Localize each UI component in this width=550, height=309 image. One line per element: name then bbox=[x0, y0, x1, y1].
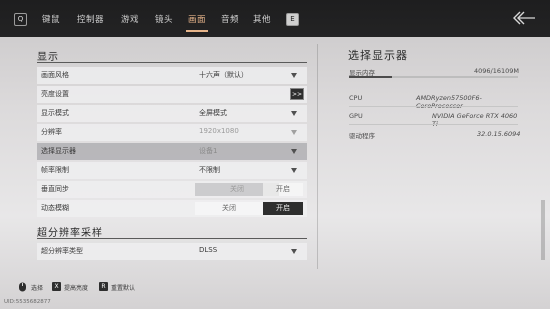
dropdown-value[interactable]: 1920x1080 bbox=[199, 127, 239, 135]
panel-divider bbox=[317, 44, 318, 269]
gpu-label: GPU bbox=[349, 112, 363, 120]
setting-label: 超分辨率类型 bbox=[41, 247, 83, 255]
q-key-hint[interactable]: Q bbox=[14, 13, 27, 26]
setting-row-select-monitor[interactable]: 选择显示器 设备1 bbox=[37, 143, 307, 160]
info-divider bbox=[349, 124, 518, 125]
top-navigation-bar: Q 键鼠 控制器 游戏 镜头 画面 音频 其他 E bbox=[0, 0, 550, 37]
dropdown-value[interactable]: 十六声（默认） bbox=[199, 70, 248, 80]
open-brightness-button[interactable]: >> bbox=[290, 88, 304, 100]
section-divider bbox=[37, 238, 307, 239]
hint-select-label: 选择 bbox=[31, 285, 44, 292]
dropdown-value[interactable]: 全屏模式 bbox=[199, 108, 227, 118]
hint-brightness-label: 提高亮度 bbox=[64, 285, 89, 292]
section-title-upscaling: 超分辨率采样 bbox=[37, 228, 103, 239]
setting-label: 分辨率 bbox=[41, 128, 62, 136]
setting-label: 亮度设置 bbox=[41, 90, 69, 98]
setting-row-resolution[interactable]: 分辨率 1920x1080 bbox=[37, 124, 307, 141]
info-divider bbox=[349, 106, 518, 107]
active-tab-indicator bbox=[186, 30, 208, 32]
gpu-value: NVIDIA GeForce RTX 4060 Ti bbox=[432, 112, 518, 128]
setting-label: 动态模糊 bbox=[41, 204, 69, 212]
cpu-label: CPU bbox=[349, 94, 363, 102]
dropdown-value[interactable]: DLSS bbox=[199, 246, 217, 254]
setting-row-motion-blur[interactable]: 动态模糊 关闭 开启 bbox=[37, 200, 307, 217]
chevron-down-icon[interactable] bbox=[291, 73, 297, 78]
setting-row-upscale-type[interactable]: 超分辨率类型 DLSS bbox=[37, 243, 307, 260]
dropdown-value[interactable]: 不限制 bbox=[199, 165, 220, 175]
setting-row-picture-style[interactable]: 画面风格 十六声（默认） bbox=[37, 67, 307, 84]
chevron-down-icon[interactable] bbox=[291, 168, 297, 173]
memory-usage-fill bbox=[349, 76, 392, 78]
tab-other[interactable]: 其他 bbox=[253, 13, 271, 25]
memory-value: 4096/16109M bbox=[474, 67, 520, 75]
setting-label: 选择显示器 bbox=[41, 147, 76, 155]
mouse-icon bbox=[19, 282, 26, 292]
e-key-hint[interactable]: E bbox=[286, 13, 299, 26]
setting-row-frame-limit[interactable]: 帧率限制 不限制 bbox=[37, 162, 307, 179]
cpu-value: AMDRyzen57500F6-CoreProcessor bbox=[416, 94, 482, 110]
setting-row-display-mode[interactable]: 显示模式 全屏模式 bbox=[37, 105, 307, 122]
motion-blur-off-option[interactable]: 关闭 bbox=[195, 202, 263, 215]
tab-graphics[interactable]: 画面 bbox=[188, 13, 206, 25]
setting-label: 画面风格 bbox=[41, 71, 69, 79]
scrollbar[interactable] bbox=[541, 200, 545, 260]
tab-controller[interactable]: 控制器 bbox=[77, 13, 104, 25]
section-divider bbox=[37, 62, 307, 63]
setting-label: 显示模式 bbox=[41, 109, 69, 117]
x-key-hint: X bbox=[52, 282, 61, 291]
settings-panel: 显示 画面风格 十六声（默认） 亮度设置 >> 显示模式 全屏模式 分辨率 19… bbox=[37, 44, 307, 269]
r-key-hint: R bbox=[99, 282, 108, 291]
setting-row-brightness[interactable]: 亮度设置 >> bbox=[37, 86, 307, 103]
chevron-down-icon[interactable] bbox=[291, 149, 297, 154]
setting-label: 帧率限制 bbox=[41, 166, 69, 174]
section-title-display: 显示 bbox=[37, 52, 59, 63]
back-arrow-icon[interactable] bbox=[509, 9, 537, 27]
memory-usage-bar bbox=[349, 76, 518, 78]
user-id-label: UID:5535682877 bbox=[4, 299, 51, 305]
setting-row-vsync[interactable]: 垂直同步 关闭 开启 bbox=[37, 181, 307, 198]
tab-keyboard-mouse[interactable]: 键鼠 bbox=[42, 13, 60, 25]
chevron-down-icon[interactable] bbox=[291, 111, 297, 116]
chevron-down-icon[interactable] bbox=[291, 130, 297, 135]
driver-value: 32.0.15.6094 bbox=[477, 130, 521, 138]
tab-audio[interactable]: 音频 bbox=[221, 13, 239, 25]
dropdown-value[interactable]: 设备1 bbox=[199, 146, 217, 156]
tab-camera[interactable]: 镜头 bbox=[155, 13, 173, 25]
setting-label: 垂直同步 bbox=[41, 185, 69, 193]
tab-game[interactable]: 游戏 bbox=[121, 13, 139, 25]
motion-blur-on-option[interactable]: 开启 bbox=[263, 202, 303, 215]
driver-label: 驱动程序 bbox=[349, 132, 375, 140]
vsync-on-option[interactable]: 开启 bbox=[263, 183, 303, 196]
info-panel-title: 选择显示器 bbox=[348, 49, 408, 62]
hint-reset-label[interactable]: 重置默认 bbox=[111, 283, 135, 292]
chevron-down-icon[interactable] bbox=[291, 249, 297, 254]
